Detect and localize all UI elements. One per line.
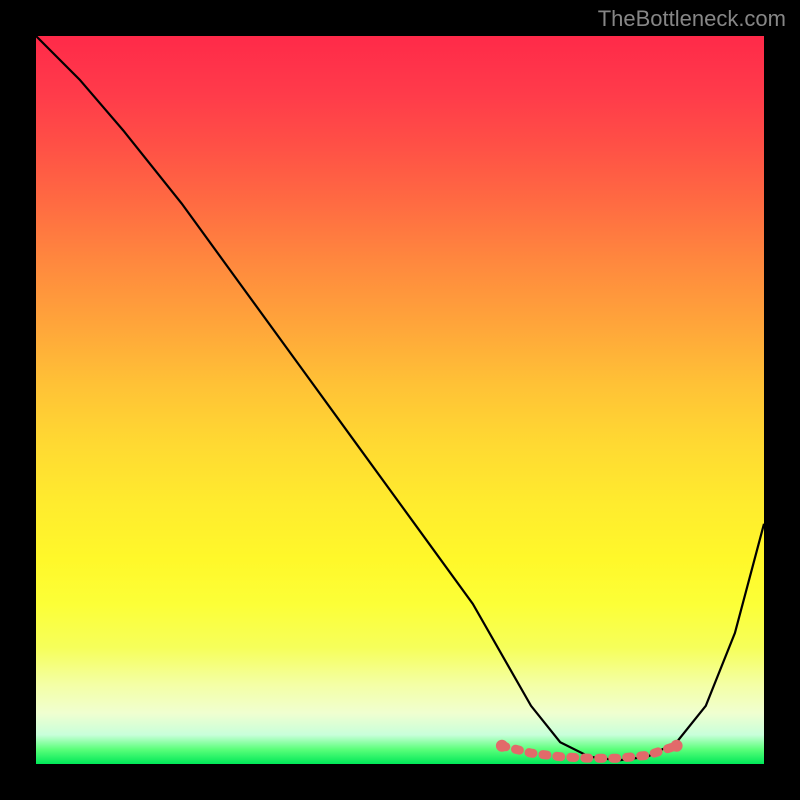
watermark-text: TheBottleneck.com bbox=[598, 6, 786, 32]
chart-plot-area bbox=[36, 36, 764, 764]
chart-svg bbox=[36, 36, 764, 764]
chart-curve bbox=[36, 36, 764, 760]
